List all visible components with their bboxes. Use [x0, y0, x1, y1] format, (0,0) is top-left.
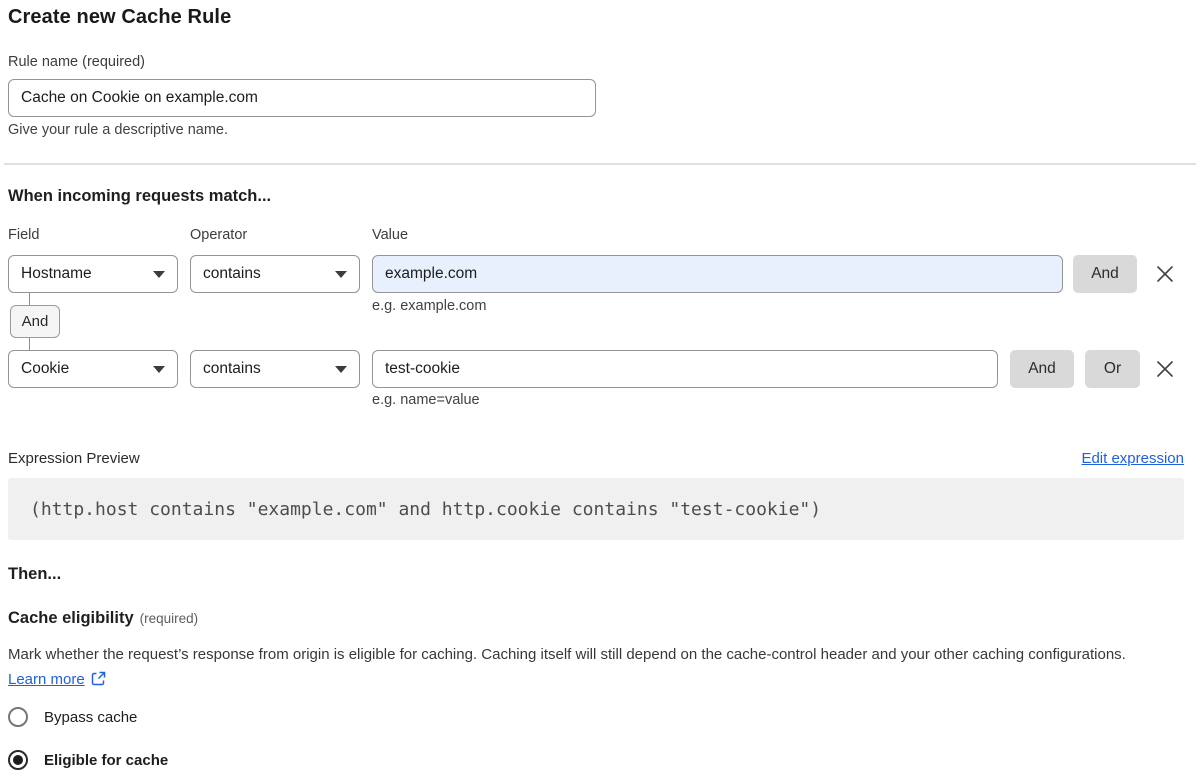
section-divider: [4, 163, 1196, 165]
remove-condition-row2-button[interactable]: [1152, 356, 1178, 382]
chevron-down-icon: [335, 366, 347, 373]
value-hint-row1: e.g. example.com: [372, 298, 486, 314]
cache-eligibility-heading: Cache eligibility (required): [8, 609, 198, 628]
field-select-row2[interactable]: Cookie: [8, 350, 178, 388]
cache-eligibility-description: Mark whether the request’s response from…: [8, 642, 1158, 692]
rule-name-label: Rule name (required): [8, 54, 145, 70]
value-hint-row2: e.g. name=value: [372, 392, 480, 408]
radio-option-eligible-for-cache[interactable]: Eligible for cache: [8, 750, 168, 770]
learn-more-link[interactable]: Learn more: [8, 671, 85, 688]
expression-preview-label: Expression Preview: [8, 450, 140, 467]
remove-condition-row1-button[interactable]: [1152, 261, 1178, 287]
rule-name-input[interactable]: [8, 79, 596, 117]
chevron-down-icon: [335, 271, 347, 278]
then-heading: Then...: [8, 565, 61, 584]
field-select-row2-value: Cookie: [21, 360, 69, 378]
or-button-row2[interactable]: Or: [1085, 350, 1140, 388]
create-cache-rule-page: Create new Cache Rule Rule name (require…: [0, 0, 1200, 784]
page-title: Create new Cache Rule: [8, 6, 231, 29]
operator-select-row2[interactable]: contains: [190, 350, 360, 388]
and-button-row2[interactable]: And: [1010, 350, 1074, 388]
close-icon: [1154, 358, 1176, 380]
field-select-row1-value: Hostname: [21, 265, 92, 283]
cache-eligibility-title: Cache eligibility: [8, 609, 134, 627]
operator-select-row2-value: contains: [203, 360, 261, 378]
radio-option-bypass-cache[interactable]: Bypass cache: [8, 707, 137, 727]
rule-name-helper: Give your rule a descriptive name.: [8, 122, 228, 138]
external-link-icon: [91, 671, 106, 686]
close-icon: [1154, 263, 1176, 285]
operator-select-row1-value: contains: [203, 265, 261, 283]
radio-label: Eligible for cache: [44, 752, 168, 769]
edit-expression-link[interactable]: Edit expression: [1081, 450, 1184, 467]
condition-connector-and-button[interactable]: And: [10, 305, 60, 338]
field-column-label: Field: [8, 227, 39, 243]
radio-icon: [8, 707, 28, 727]
field-select-row1[interactable]: Hostname: [8, 255, 178, 293]
radio-label: Bypass cache: [44, 709, 137, 726]
value-input-row2[interactable]: [372, 350, 998, 388]
expression-preview-block: (http.host contains "example.com" and ht…: [8, 478, 1184, 540]
value-input-row1[interactable]: [372, 255, 1063, 293]
operator-column-label: Operator: [190, 227, 247, 243]
value-column-label: Value: [372, 227, 408, 243]
chevron-down-icon: [153, 271, 165, 278]
match-section-heading: When incoming requests match...: [8, 187, 271, 206]
required-note: (required): [140, 611, 199, 626]
chevron-down-icon: [153, 366, 165, 373]
radio-icon: [8, 750, 28, 770]
and-button-row1[interactable]: And: [1073, 255, 1137, 293]
operator-select-row1[interactable]: contains: [190, 255, 360, 293]
expression-code: (http.host contains "example.com" and ht…: [30, 499, 821, 520]
description-text: Mark whether the request’s response from…: [8, 646, 1126, 663]
